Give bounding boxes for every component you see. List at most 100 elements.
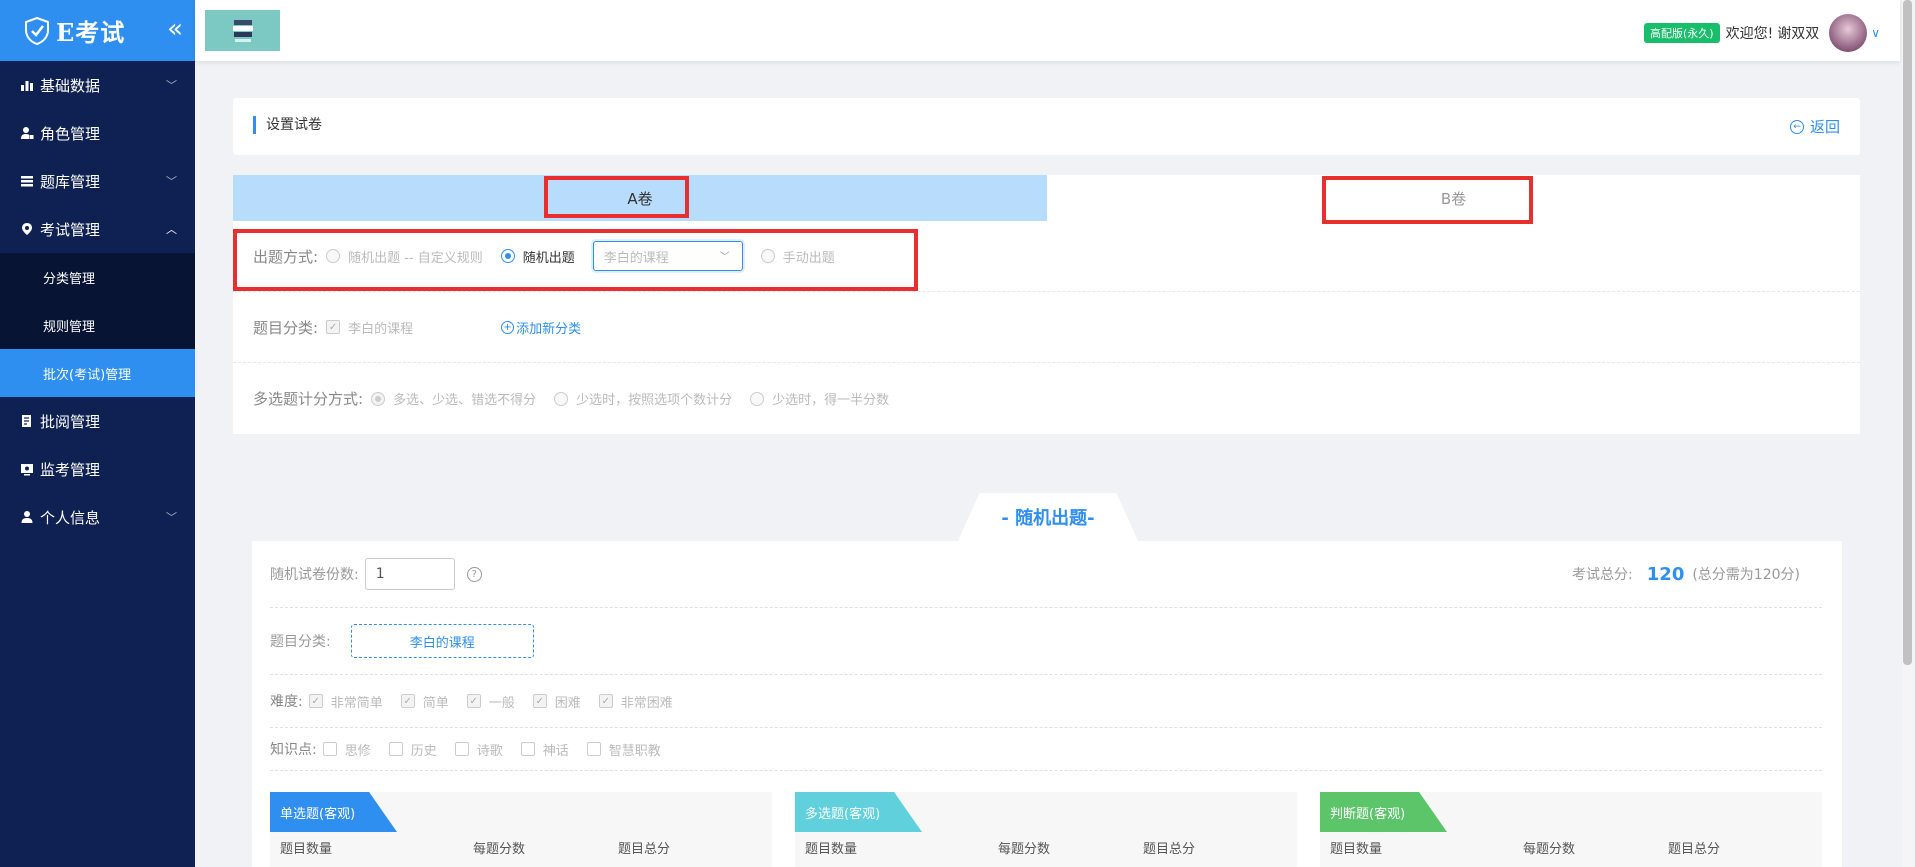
column-header: 每题分数 <box>1523 842 1576 857</box>
random-category-row: 题目分类: 李白的课程 <box>270 608 1822 675</box>
radio-icon <box>760 249 775 263</box>
copies-input[interactable]: 1 <box>364 558 455 590</box>
radio-checked-icon <box>500 249 515 263</box>
sidebar-item-basic-data[interactable]: 基础数据 ﹀ <box>0 61 195 109</box>
option-label: 历史 <box>410 743 437 759</box>
sidebar-item-role-management[interactable]: 角色管理 <box>0 109 195 157</box>
top-bar: 高配版(永久) 欢迎您! 谢双双 ∨ <box>195 0 1900 61</box>
total-label: 考试总分: <box>1572 567 1633 583</box>
question-type-multi: 多选题(客观) 题目数量 每题分数 题目总分 <box>795 792 1297 867</box>
sidebar-item-label: 考试管理 <box>40 220 101 239</box>
knowledge-option[interactable]: 诗歌 <box>454 740 503 759</box>
difficulty-option[interactable]: ✓ 非常简单 <box>308 692 383 711</box>
chevron-down-icon: ﹀ <box>166 79 177 92</box>
total-score: 120 <box>1646 563 1685 585</box>
shield-logo-icon <box>25 16 49 45</box>
column-header: 每题分数 <box>473 842 526 857</box>
column-header: 每题分数 <box>998 842 1051 857</box>
method-option-custom-rule[interactable]: 随机出题 -- 自定义规则 <box>326 247 483 266</box>
question-type-judge: 判断题(客观) 题目数量 每题分数 题目总分 <box>1320 792 1822 867</box>
tab-paper-b[interactable]: B卷 <box>1047 175 1860 221</box>
checkbox-icon <box>454 742 469 756</box>
difficulty-option[interactable]: ✓ 简单 <box>400 692 449 711</box>
option-label: 诗歌 <box>476 743 503 759</box>
column-header: 题目数量 <box>805 842 858 857</box>
sidebar-item-proctoring[interactable]: 监考管理 <box>0 445 195 493</box>
sidebar-item-label: 基础数据 <box>40 76 101 95</box>
category-pill[interactable]: 李白的课程 <box>350 624 534 658</box>
chevron-up-icon: ︿ <box>166 223 177 236</box>
sidebar-subitem-category[interactable]: 分类管理 <box>0 253 195 301</box>
difficulty-option[interactable]: ✓ 非常困难 <box>598 692 673 711</box>
sidebar-item-label: 角色管理 <box>40 124 101 143</box>
method-row: 出题方式: 随机出题 -- 自定义规则 随机出题 李白的课程 ﹀ 手动出题 <box>233 221 1860 292</box>
method-option-random[interactable]: 随机出题 <box>500 247 575 266</box>
add-category-label: 添加新分类 <box>516 321 582 337</box>
banner-thumbnail[interactable] <box>205 10 280 51</box>
checkbox-icon <box>322 742 337 756</box>
difficulty-option[interactable]: ✓ 困难 <box>532 692 581 711</box>
paper-tabs: A卷 B卷 <box>233 175 1860 221</box>
difficulty-option[interactable]: ✓ 一般 <box>466 692 515 711</box>
scrollbar-thumb[interactable] <box>1903 0 1912 665</box>
username[interactable]: 谢双双 <box>1777 23 1819 43</box>
random-category-label: 题目分类: <box>270 634 331 650</box>
chevron-down-icon: ﹀ <box>166 511 177 524</box>
knowledge-row: 知识点: 思修 历史 诗歌 神话 智慧职教 <box>270 728 1822 771</box>
exam-submenu: 分类管理 规则管理 批次(考试)管理 <box>0 253 195 397</box>
column-header: 题目数量 <box>280 842 333 857</box>
help-icon[interactable]: ? <box>466 566 482 582</box>
option-label: 困难 <box>554 695 581 711</box>
app-logo-text: E考试 <box>56 18 126 47</box>
total-note: (总分需为120分) <box>1692 567 1800 583</box>
multi-scoring-row: 多选题计分方式: 多选、少选、错选不得分 少选时，按照选项个数计分 少选时，得一… <box>233 363 1860 434</box>
sidebar-item-exam-management[interactable]: 考试管理 ︿ <box>0 205 195 253</box>
edition-badge: 高配版(永久) <box>1643 23 1720 43</box>
double-chevron-left-icon[interactable]: « <box>167 15 183 43</box>
app-logo: E考试 « <box>0 0 195 61</box>
back-arrow-icon: ← <box>1789 119 1804 134</box>
avatar[interactable] <box>1829 14 1868 52</box>
scoring-option-strict[interactable]: 多选、少选、错选不得分 <box>371 389 536 408</box>
difficulty-row: 难度: ✓ 非常简单 ✓ 简单 ✓ 一般 ✓ 困难 ✓ 非常困难 <box>270 675 1822 728</box>
category-label: 题目分类: <box>253 318 319 337</box>
add-category-button[interactable]: + 添加新分类 <box>501 318 581 337</box>
question-type-columns: 题目数量 每题分数 题目总分 <box>1330 838 1810 857</box>
option-label: 少选时，得一半分数 <box>772 393 890 408</box>
user-area: 高配版(永久) 欢迎您! 谢双双 ∨ <box>1643 14 1880 52</box>
sidebar-subitem-rules[interactable]: 规则管理 <box>0 301 195 349</box>
tab-label: A卷 <box>627 189 653 208</box>
scoring-option-half[interactable]: 少选时，得一半分数 <box>750 389 889 408</box>
knowledge-option[interactable]: 历史 <box>388 740 437 759</box>
option-label: 思修 <box>344 743 371 759</box>
option-label: 多选、少选、错选不得分 <box>393 393 537 408</box>
column-header: 题目总分 <box>1668 842 1721 857</box>
category-checkbox[interactable]: ✓ 李白的课程 <box>326 318 413 337</box>
option-label: 非常简单 <box>330 695 383 711</box>
sidebar-item-grading[interactable]: 批阅管理 <box>0 397 195 445</box>
back-button[interactable]: ← 返回 <box>1789 116 1840 137</box>
back-label: 返回 <box>1809 118 1840 136</box>
knowledge-option[interactable]: 神话 <box>520 740 569 759</box>
sidebar-subitem-batch[interactable]: 批次(考试)管理 <box>0 349 195 397</box>
method-label: 出题方式: <box>253 247 319 266</box>
option-label: 智慧职教 <box>608 743 661 759</box>
method-option-manual[interactable]: 手动出题 <box>760 247 835 266</box>
checkbox-checked-icon: ✓ <box>400 694 415 708</box>
knowledge-option[interactable]: 思修 <box>322 740 371 759</box>
sidebar-item-personal-info[interactable]: 个人信息 ﹀ <box>0 493 195 541</box>
option-label: 随机出题 <box>522 250 575 266</box>
option-label: 李白的课程 <box>348 321 414 337</box>
sidebar: E考试 « 基础数据 ﹀ 角色管理 题库管理 ﹀ 考试管理 ︿ 分类管理 规则管… <box>0 0 195 867</box>
question-type-header: 判断题(客观) <box>1320 792 1447 832</box>
chevron-down-icon[interactable]: ∨ <box>1871 26 1880 40</box>
checkbox-checked-icon: ✓ <box>532 694 547 708</box>
option-label: 非常困难 <box>620 695 673 711</box>
tab-paper-a[interactable]: A卷 <box>233 175 1047 221</box>
radio-checked-icon <box>371 391 386 406</box>
edit-icon <box>22 415 31 427</box>
course-select[interactable]: 李白的课程 ﹀ <box>592 241 743 271</box>
knowledge-option[interactable]: 智慧职教 <box>586 740 661 759</box>
sidebar-item-question-bank[interactable]: 题库管理 ﹀ <box>0 157 195 205</box>
scoring-option-proportional[interactable]: 少选时，按照选项个数计分 <box>554 389 732 408</box>
